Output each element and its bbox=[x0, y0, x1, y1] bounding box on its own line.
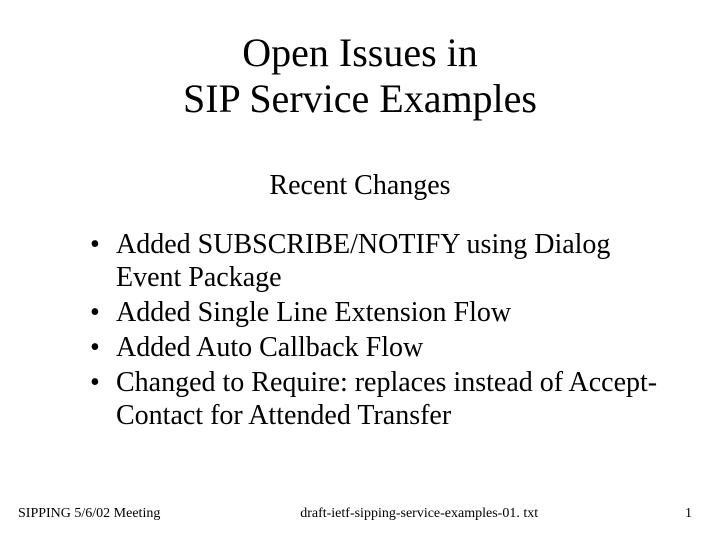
list-item: Added Single Line Extension Flow bbox=[90, 296, 660, 329]
bullet-text: Changed to Require: replaces instead of … bbox=[116, 367, 657, 431]
slide-title: Open Issues in SIP Service Examples bbox=[60, 30, 660, 122]
footer-center: draft-ietf-sipping-service-examples-01. … bbox=[160, 506, 668, 522]
footer-page-number: 1 bbox=[668, 506, 692, 522]
slide-subtitle: Recent Changes bbox=[60, 170, 660, 202]
list-item: Added SUBSCRIBE/NOTIFY using Dialog Even… bbox=[90, 228, 660, 294]
list-item: Changed to Require: replaces instead of … bbox=[90, 366, 660, 432]
footer-left: SIPPING 5/6/02 Meeting bbox=[18, 506, 160, 522]
slide: Open Issues in SIP Service Examples Rece… bbox=[0, 0, 720, 540]
list-item: Added Auto Callback Flow bbox=[90, 331, 660, 364]
title-line-2: SIP Service Examples bbox=[183, 76, 537, 121]
title-line-1: Open Issues in bbox=[242, 30, 478, 75]
slide-footer: SIPPING 5/6/02 Meeting draft-ietf-sippin… bbox=[0, 506, 720, 522]
bullet-list: Added SUBSCRIBE/NOTIFY using Dialog Even… bbox=[60, 228, 660, 432]
bullet-text: Added SUBSCRIBE/NOTIFY using Dialog Even… bbox=[116, 229, 610, 293]
bullet-text: Added Single Line Extension Flow bbox=[116, 297, 511, 328]
bullet-text: Added Auto Callback Flow bbox=[116, 332, 423, 363]
